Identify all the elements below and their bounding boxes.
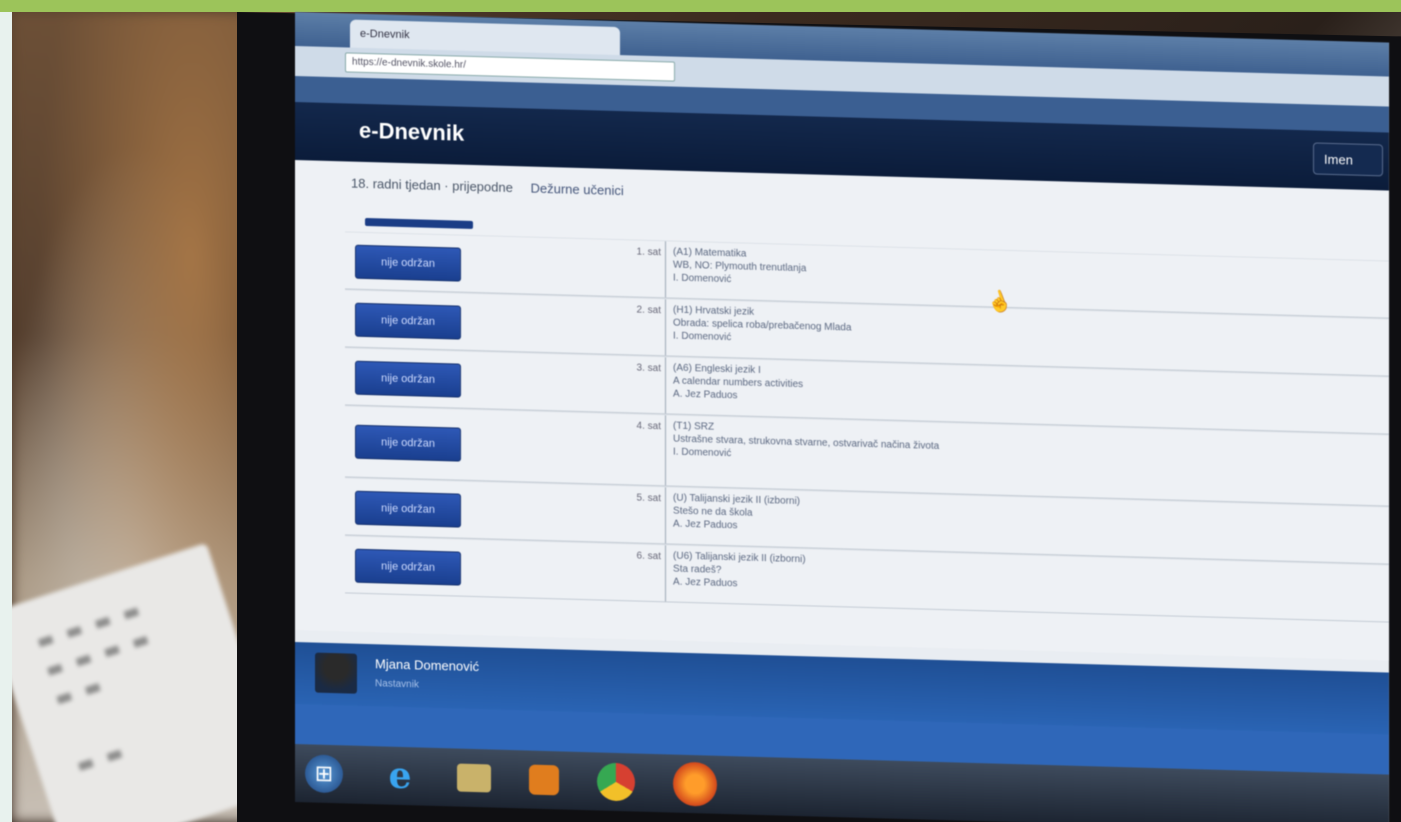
tab-indicator: [365, 217, 473, 229]
lesson-details: (A6) Engleski jezik IA calendar numbers …: [673, 362, 804, 402]
app-title: e-Dnevnik: [359, 117, 465, 146]
avatar: [315, 652, 357, 694]
chrome-icon[interactable]: [597, 762, 635, 802]
lesson-hour: 6. sat: [636, 550, 661, 563]
not-held-button[interactable]: nije održan: [355, 490, 461, 528]
lesson-details: (H1) Hrvatski jezik Obrada: spelica roba/…: [673, 304, 852, 344]
start-icon[interactable]: ⊞: [305, 754, 343, 794]
row-divider: [665, 357, 666, 414]
not-held-button[interactable]: nije održan: [355, 302, 461, 340]
lesson-details: (T1) SRZ Ustrašne stvara, strukovna stvar…: [673, 420, 940, 460]
breadcrumb-day: 18. radni tjedan · prijepodne: [351, 175, 513, 196]
lesson-hour: 4. sat: [636, 420, 661, 433]
user-name[interactable]: Mjana Domenović: [375, 656, 479, 674]
not-held-button[interactable]: nije održan: [355, 548, 461, 586]
left-border: [0, 12, 12, 822]
lesson-hour: 5. sat: [636, 492, 661, 505]
not-held-button[interactable]: nije održan: [355, 244, 461, 282]
lesson-details: (U) Talijanski jezik II (izborni) Stešo n…: [673, 492, 801, 532]
not-held-button[interactable]: nije održan: [355, 360, 461, 398]
monitor-screen: e-Dnevnik https://e-dnevnik.skole.hr/ e-…: [295, 12, 1389, 822]
row-divider: [665, 487, 666, 544]
internet-explorer-icon[interactable]: e: [381, 755, 419, 798]
row-divider: [665, 415, 666, 486]
row-divider: [665, 299, 666, 356]
lesson-hour: 3. sat: [636, 362, 661, 375]
firefox-icon[interactable]: [673, 761, 717, 807]
breadcrumb: 18. radni tjedan · prijepodne Dežurne uč…: [351, 176, 624, 199]
lesson-details: (U6) Talijanski jezik II (izborni) Sta ra…: [673, 550, 806, 590]
address-input[interactable]: https://e-dnevnik.skole.hr/: [345, 52, 675, 82]
row-divider: [665, 545, 666, 602]
not-held-button[interactable]: nije održan: [355, 424, 461, 462]
lesson-hour: 2. sat: [636, 304, 661, 317]
lesson-hour: 1. sat: [636, 246, 661, 259]
row-divider: [665, 241, 666, 298]
header-user-button[interactable]: Imen: [1313, 142, 1383, 177]
lesson-details: (A1) Matematika WB, NO: Plymouth trenutla…: [673, 246, 807, 286]
breadcrumb-link[interactable]: Dežurne učenici: [531, 181, 624, 199]
folder-icon[interactable]: [457, 763, 491, 793]
lesson-list: nije održan 1. sat (A1) Matematika WB, NO…: [345, 231, 1389, 623]
top-accent-bar: [0, 0, 1401, 12]
user-role: Nastavnik: [375, 678, 419, 691]
main-content: 18. radni tjedan · prijepodne Dežurne uč…: [295, 160, 1389, 661]
media-player-icon[interactable]: [529, 764, 559, 796]
